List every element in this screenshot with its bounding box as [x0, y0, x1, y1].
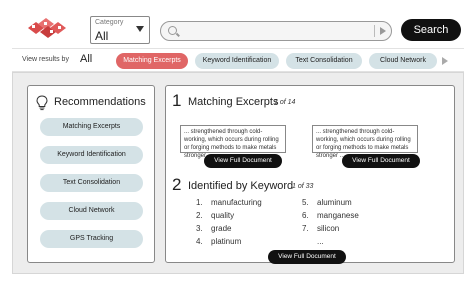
section-2-title: Identified by Keyword	[188, 180, 294, 192]
lightbulb-icon	[36, 95, 48, 111]
view-full-document-button-1[interactable]: View Full Document	[204, 154, 282, 168]
keyword-item: 5. aluminum	[302, 198, 352, 207]
keyword-item: 2. quality	[196, 211, 235, 220]
filter-chip-text-consolidation[interactable]: Text Consolidation	[286, 53, 362, 69]
view-results-label: View results by	[22, 56, 69, 63]
chevron-down-icon	[136, 26, 144, 32]
keyword-item: 6. manganese	[302, 211, 359, 220]
filter-chip-cloud-network[interactable]: Cloud Network	[369, 53, 437, 69]
excerpt-card-2[interactable]: ... strengthened through cold-working, w…	[312, 125, 418, 159]
search-divider	[374, 25, 375, 37]
filter-bar: View results by All Matching Excerpts Ke…	[12, 48, 464, 72]
content-area: Recommendations Matching Excerpts Keywor…	[12, 72, 464, 274]
category-value: All	[95, 29, 109, 43]
recommendations-title: Recommendations	[54, 96, 146, 108]
keyword-item: 3. grade	[196, 224, 232, 233]
keyword-item: 7. silicon	[302, 224, 340, 233]
header: Category All Search	[12, 8, 464, 48]
section-2-count: 1 of 33	[292, 183, 314, 190]
recommendations-panel: Recommendations Matching Excerpts Keywor…	[27, 85, 155, 263]
play-icon[interactable]	[380, 27, 386, 35]
section-1-count: 1 of 14	[274, 99, 296, 106]
rec-keyword-identification[interactable]: Keyword Identification	[40, 146, 143, 164]
section-1-title: Matching Excerpts	[188, 96, 279, 108]
scroll-right-icon[interactable]	[442, 57, 448, 65]
section-1-number: 1	[172, 91, 182, 110]
keyword-item: 1. manufacturing	[196, 198, 262, 207]
search-input[interactable]	[160, 21, 392, 41]
view-full-document-button-2[interactable]: View Full Document	[342, 154, 420, 168]
keyword-item: ...	[317, 237, 324, 246]
rec-text-consolidation[interactable]: Text Consolidation	[40, 174, 143, 192]
rec-gps-tracking[interactable]: GPS Tracking	[40, 230, 143, 248]
section-2-number: 2	[172, 175, 182, 194]
search-button[interactable]: Search	[401, 19, 461, 41]
search-icon	[168, 26, 177, 35]
keyword-item: 4. platinum	[196, 237, 242, 246]
view-full-document-button-3[interactable]: View Full Document	[268, 250, 346, 264]
excerpt-card-1[interactable]: ... strengthened through cold-working, w…	[180, 125, 286, 159]
category-label: Category	[95, 19, 124, 26]
filter-chip-matching-excerpts[interactable]: Matching Excerpts	[116, 53, 188, 69]
rec-cloud-network[interactable]: Cloud Network	[40, 202, 143, 220]
view-results-all[interactable]: All	[80, 53, 92, 65]
filter-chip-keyword-identification[interactable]: Keyword Identification	[195, 53, 279, 69]
rec-matching-excerpts[interactable]: Matching Excerpts	[40, 118, 143, 136]
category-dropdown[interactable]: Category All	[90, 16, 150, 44]
results-panel: 1 Matching Excerpts 1 of 14 ... strength…	[165, 85, 455, 264]
logo	[28, 18, 66, 38]
